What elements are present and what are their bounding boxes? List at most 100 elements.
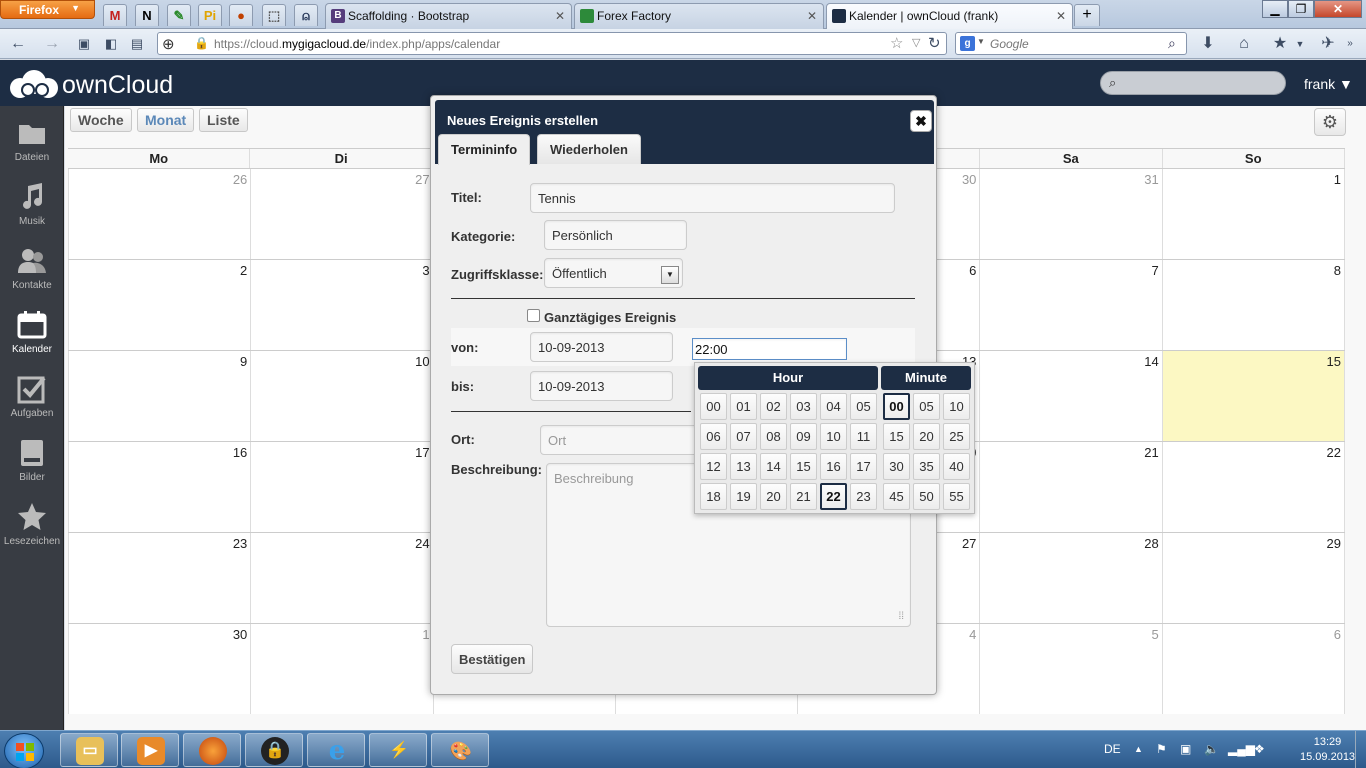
location-input[interactable]: Ort: [540, 425, 705, 455]
calendar-day[interactable]: 22: [1162, 442, 1345, 532]
tray-expand-icon[interactable]: ▲: [1134, 744, 1143, 754]
search-input[interactable]: ⌕: [1100, 71, 1286, 95]
hour-option[interactable]: 20: [760, 483, 787, 510]
hour-option[interactable]: 00: [700, 393, 727, 420]
calendar-day[interactable]: 9: [68, 351, 252, 441]
hour-option[interactable]: 11: [850, 423, 877, 450]
calendar-day[interactable]: 31: [980, 169, 1163, 259]
tab-forex-factory[interactable]: Forex Factory ✕: [574, 3, 824, 29]
url-bar[interactable]: ⊕ 🔒 https://cloud.mygigacloud.de/index.p…: [157, 32, 947, 55]
title-input[interactable]: Tennis: [530, 183, 895, 213]
resize-handle-icon[interactable]: ⁞⁞: [898, 611, 904, 622]
chevron-down-icon[interactable]: ▼: [977, 37, 985, 46]
nav-item-kalender[interactable]: Kalender: [0, 300, 64, 364]
window-icon[interactable]: ◧: [101, 34, 121, 54]
category-input[interactable]: Persönlich: [544, 220, 687, 250]
hour-option[interactable]: 22: [820, 483, 847, 510]
site-identity-icon[interactable]: ⊕: [162, 35, 175, 53]
language-indicator[interactable]: DE: [1104, 742, 1121, 756]
reload-icon[interactable]: ↻: [928, 34, 941, 52]
hour-option[interactable]: 06: [700, 423, 727, 450]
settings-gear-icon[interactable]: ⚙: [1314, 108, 1346, 136]
close-tab-icon[interactable]: ✕: [555, 9, 565, 23]
from-date-input[interactable]: 10-09-2013: [530, 332, 673, 362]
pinned-tab-notability[interactable]: N: [135, 4, 159, 26]
chevron-down-icon[interactable]: ▼: [1290, 34, 1310, 54]
pinned-tab-blank[interactable]: ⬚: [262, 4, 286, 26]
minute-option[interactable]: 10: [943, 393, 970, 420]
hour-option[interactable]: 05: [850, 393, 877, 420]
taskbar-explorer[interactable]: ▭: [60, 733, 118, 767]
dropbox-icon[interactable]: ❖: [1254, 742, 1265, 756]
screenshot-icon[interactable]: ▣: [74, 34, 94, 54]
taskbar-media-player[interactable]: ▶: [121, 733, 179, 767]
calendar-day[interactable]: 24: [251, 533, 434, 623]
show-desktop-button[interactable]: [1355, 731, 1366, 768]
minute-option[interactable]: 45: [883, 483, 910, 510]
calendar-day[interactable]: 27: [251, 169, 434, 259]
nav-item-dateien[interactable]: Dateien: [0, 108, 64, 172]
hour-option[interactable]: 04: [820, 393, 847, 420]
calendar-day[interactable]: 23: [68, 533, 252, 623]
firefox-menu-button[interactable]: Firefox ▼: [0, 0, 95, 19]
forward-icon[interactable]: →: [42, 34, 62, 54]
nav-item-bilder[interactable]: Bilder: [0, 428, 64, 492]
home-icon[interactable]: ⌂: [1234, 34, 1254, 54]
minute-option[interactable]: 40: [943, 453, 970, 480]
hour-option[interactable]: 14: [760, 453, 787, 480]
back-icon[interactable]: ←: [8, 34, 28, 54]
calendar-day[interactable]: 7: [980, 260, 1163, 350]
hour-option[interactable]: 21: [790, 483, 817, 510]
hour-option[interactable]: 19: [730, 483, 757, 510]
clipboard-icon[interactable]: ▤: [127, 34, 147, 54]
owncloud-logo-icon[interactable]: [6, 68, 62, 100]
star-icon[interactable]: ☆: [890, 34, 903, 52]
device-icon[interactable]: ▣: [1180, 742, 1191, 756]
maximize-button[interactable]: ❐: [1288, 0, 1314, 18]
download-icon[interactable]: ⬇: [1198, 34, 1218, 54]
access-class-select[interactable]: Öffentlich ▼: [544, 258, 683, 288]
calendar-day[interactable]: 1: [251, 624, 434, 714]
nav-item-lesezeichen[interactable]: Lesezeichen: [0, 492, 64, 556]
hour-option[interactable]: 02: [760, 393, 787, 420]
calendar-day[interactable]: 5: [980, 624, 1163, 714]
google-icon[interactable]: g: [960, 36, 975, 51]
calendar-day[interactable]: 14: [980, 351, 1163, 441]
tab-kalender-owncloud[interactable]: Kalender | ownCloud (frank) ✕: [826, 3, 1073, 30]
view-month-button[interactable]: Monat: [137, 108, 195, 132]
confirm-button[interactable]: Bestätigen: [451, 644, 534, 674]
calendar-day[interactable]: 3: [251, 260, 434, 350]
tab-bootstrap[interactable]: B Scaffolding · Bootstrap ✕: [325, 3, 572, 29]
new-tab-button[interactable]: +: [1074, 4, 1100, 26]
hour-option[interactable]: 07: [730, 423, 757, 450]
hour-option[interactable]: 17: [850, 453, 877, 480]
taskbar-paint[interactable]: 🎨: [431, 733, 489, 767]
calendar-day[interactable]: 28: [980, 533, 1163, 623]
close-tab-icon[interactable]: ✕: [807, 9, 817, 23]
overflow-icon[interactable]: »: [1340, 34, 1360, 54]
view-list-button[interactable]: Liste: [199, 108, 248, 132]
taskbar-keepass[interactable]: 🔒: [245, 733, 303, 767]
pinned-tab-nav[interactable]: ⍝: [294, 4, 318, 26]
hour-option[interactable]: 09: [790, 423, 817, 450]
calendar-day[interactable]: 26: [68, 169, 252, 259]
addon-icon[interactable]: ✈: [1318, 34, 1338, 54]
minute-option[interactable]: 00: [883, 393, 910, 420]
nav-item-aufgaben[interactable]: Aufgaben: [0, 364, 64, 428]
calendar-day[interactable]: 21: [980, 442, 1163, 532]
taskbar-internet-explorer[interactable]: e: [307, 733, 365, 767]
hour-option[interactable]: 01: [730, 393, 757, 420]
pinned-tab-feed[interactable]: ✎: [167, 4, 191, 26]
calendar-day[interactable]: 1: [1162, 169, 1345, 259]
minute-option[interactable]: 50: [913, 483, 940, 510]
hour-option[interactable]: 13: [730, 453, 757, 480]
taskbar-network[interactable]: ⚡: [369, 733, 427, 767]
volume-icon[interactable]: 🔈: [1204, 742, 1219, 756]
from-time-input[interactable]: 22:00: [692, 338, 847, 360]
dropdown-icon[interactable]: ▽: [912, 36, 920, 49]
tab-wiederholen[interactable]: Wiederholen: [537, 134, 641, 164]
minute-option[interactable]: 55: [943, 483, 970, 510]
search-icon[interactable]: ⌕: [1168, 35, 1176, 52]
close-tab-icon[interactable]: ✕: [1056, 9, 1066, 23]
view-week-button[interactable]: Woche: [70, 108, 132, 132]
